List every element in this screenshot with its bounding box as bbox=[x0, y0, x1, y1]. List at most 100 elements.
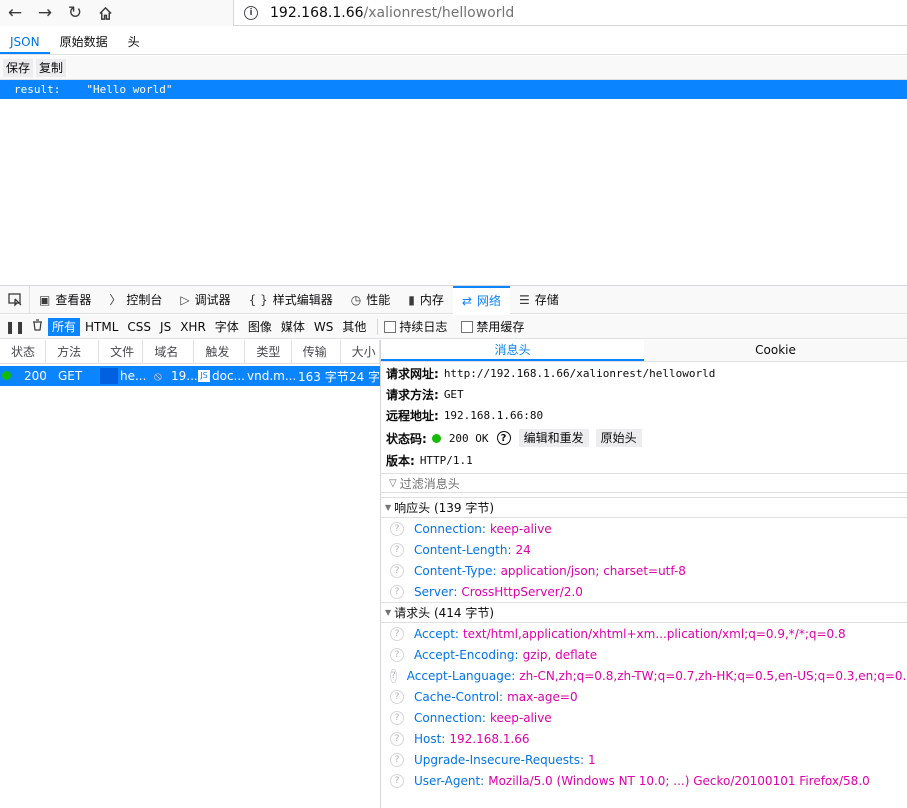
header-name: Cache-Control bbox=[414, 689, 500, 704]
request-headers-list: ? Accept: text/html,application/xhtml+xm..… bbox=[381, 623, 907, 791]
json-row[interactable]: result: "Hello world" bbox=[0, 80, 907, 99]
header-value: max-age=0 bbox=[507, 689, 578, 704]
devtools-tabs: ▣ 查看器 〉 控制台 ▷ 调试器 { } 样式编辑器 ◷ 性能 ▮ 内存 ⇄ 网络 ☰ 存储 bbox=[0, 285, 907, 314]
help-icon[interactable]: ? bbox=[390, 668, 397, 683]
tab-json[interactable]: JSON bbox=[0, 30, 50, 54]
summary-value: 200 OK bbox=[448, 431, 489, 445]
column-domain[interactable]: 域名 bbox=[143, 340, 195, 363]
copy-button[interactable]: 复制 bbox=[36, 58, 67, 77]
header-row[interactable]: ? Host:192.168.1.66 bbox=[381, 728, 907, 749]
raw-headers-button[interactable]: 原始头 bbox=[595, 429, 642, 447]
tab-storage[interactable]: ☰ 存储 bbox=[510, 286, 568, 314]
help-icon[interactable]: ? bbox=[390, 521, 404, 536]
header-row[interactable]: ? Connection: keep-alive bbox=[381, 518, 907, 539]
header-name: Host bbox=[414, 731, 442, 746]
tab-cookie[interactable]: Cookie bbox=[644, 340, 907, 361]
help-icon[interactable]: ? bbox=[390, 647, 404, 662]
header-value: 24 bbox=[515, 542, 531, 557]
edit-resend-button[interactable]: 编辑和重发 bbox=[518, 429, 589, 447]
forward-icon[interactable]: → bbox=[30, 0, 60, 26]
header-row[interactable]: ? Connection: keep-alive bbox=[381, 707, 907, 728]
table-row[interactable]: 200 GET he... ⦸ 19... JS doc... vnd.m...… bbox=[0, 366, 380, 386]
column-type[interactable]: 类型 bbox=[245, 340, 292, 363]
help-icon[interactable]: ? bbox=[390, 626, 404, 641]
tab-headers[interactable]: 头 bbox=[118, 30, 150, 54]
request-headers-section[interactable]: ▼ 请求头 (414 字节) bbox=[381, 602, 907, 623]
pause-icon[interactable]: ❚❚ bbox=[4, 320, 26, 334]
persist-logs-checkbox[interactable]: 持续日志 bbox=[384, 318, 447, 335]
request-cause: doc... bbox=[212, 369, 245, 383]
header-row[interactable]: ? Server: CrossHttpServer/2.0 bbox=[381, 581, 907, 602]
filter-all[interactable]: 所有 bbox=[48, 317, 81, 336]
help-icon[interactable]: ? bbox=[390, 710, 404, 725]
tab-network[interactable]: ⇄ 网络 bbox=[452, 285, 510, 314]
site-info-icon[interactable]: i bbox=[244, 5, 258, 20]
tab-console[interactable]: 〉 控制台 bbox=[100, 286, 171, 314]
help-icon[interactable]: ? bbox=[390, 584, 404, 599]
details-tabs: 消息头 Cookie bbox=[381, 340, 907, 362]
filter-other[interactable]: 其他 bbox=[338, 318, 370, 336]
back-icon[interactable]: ← bbox=[0, 0, 30, 26]
summary-value: GET bbox=[443, 388, 464, 401]
header-row[interactable]: ? Cache-Control: max-age=0 bbox=[381, 686, 907, 707]
response-headers-section[interactable]: ▼ 响应头 (139 字节) bbox=[381, 497, 907, 518]
reload-icon[interactable]: ↻ bbox=[60, 0, 90, 26]
column-cause[interactable]: 触发 bbox=[194, 340, 246, 363]
requests-table-header: 状态 方法 文件 域名 触发 类型 传输 大小 bbox=[0, 340, 380, 364]
filter-images[interactable]: 图像 bbox=[244, 318, 276, 336]
filter-fonts[interactable]: 字体 bbox=[211, 318, 243, 336]
help-icon[interactable]: ? bbox=[496, 431, 511, 445]
element-picker-icon[interactable] bbox=[0, 285, 30, 314]
header-row[interactable]: ? Content-Length:24 bbox=[381, 539, 907, 560]
tab-memory[interactable]: ▮ 内存 bbox=[399, 286, 453, 314]
column-transferred[interactable]: 传输 bbox=[292, 340, 341, 363]
header-row[interactable]: ? Upgrade-Insecure-Requests:1 bbox=[381, 749, 907, 770]
persist-logs-label: 持续日志 bbox=[399, 320, 448, 334]
help-icon[interactable]: ? bbox=[390, 689, 404, 704]
save-button[interactable]: 保存 bbox=[3, 58, 34, 77]
filter-placeholder: 过滤消息头 bbox=[399, 476, 460, 491]
summary-label: 状态码: bbox=[386, 431, 427, 446]
help-icon[interactable]: ? bbox=[390, 542, 404, 557]
help-icon[interactable]: ? bbox=[390, 752, 404, 767]
tab-debugger[interactable]: ▷ 调试器 bbox=[171, 286, 239, 314]
tab-performance[interactable]: ◷ 性能 bbox=[342, 286, 400, 314]
home-icon[interactable] bbox=[90, 0, 120, 26]
filter-ws[interactable]: WS bbox=[310, 318, 337, 336]
tab-inspector[interactable]: ▣ 查看器 bbox=[30, 286, 100, 314]
column-size[interactable]: 大小 bbox=[341, 340, 380, 363]
js-icon: JS bbox=[198, 370, 210, 382]
filter-headers-input[interactable]: ▽ 过滤消息头 bbox=[381, 473, 907, 493]
column-file[interactable]: 文件 bbox=[99, 340, 144, 363]
console-icon: 〉 bbox=[109, 293, 122, 307]
divider bbox=[377, 318, 379, 335]
header-row[interactable]: ? User-Agent: Mozilla/5.0 (Windows NT 10.0… bbox=[381, 770, 907, 791]
column-method[interactable]: 方法 bbox=[46, 340, 100, 363]
trash-icon[interactable] bbox=[26, 319, 48, 334]
status-dot bbox=[0, 369, 24, 383]
tab-raw-data[interactable]: 原始数据 bbox=[50, 30, 118, 54]
header-row[interactable]: ? Content-Type: application/json; charset=… bbox=[381, 560, 907, 581]
filter-html[interactable]: HTML bbox=[81, 318, 122, 336]
disable-cache-checkbox[interactable]: 禁用缓存 bbox=[461, 318, 524, 335]
header-value: keep-alive bbox=[489, 710, 552, 725]
help-icon[interactable]: ? bbox=[390, 563, 404, 578]
header-value: zh-CN,zh;q=0.8,zh-TW;q=0.7,zh-HK;q=0.5,e… bbox=[519, 668, 907, 683]
filter-media[interactable]: 媒体 bbox=[277, 318, 309, 336]
help-icon[interactable]: ? bbox=[390, 731, 404, 746]
filter-js[interactable]: JS bbox=[156, 318, 175, 336]
tab-style-editor[interactable]: { } 样式编辑器 bbox=[240, 286, 342, 314]
help-icon[interactable]: ? bbox=[390, 773, 404, 788]
url-bar[interactable]: i 192.168.1.66/xalionrest/helloworld bbox=[233, 0, 907, 26]
header-row[interactable]: ? Accept-Language: zh-CN,zh;q=0.8,zh-TW;q=… bbox=[381, 665, 907, 686]
header-row[interactable]: ? Accept-Encoding: gzip, deflate bbox=[381, 644, 907, 665]
tab-headers-detail[interactable]: 消息头 bbox=[381, 340, 644, 361]
header-row[interactable]: ? Accept: text/html,application/xhtml+xm..… bbox=[381, 623, 907, 644]
filter-css[interactable]: CSS bbox=[123, 318, 155, 336]
filter-xhr[interactable]: XHR bbox=[176, 318, 210, 336]
column-status[interactable]: 状态 bbox=[0, 340, 47, 363]
request-domain: 19... bbox=[171, 369, 198, 383]
json-viewer-tabs: JSON 原始数据 头 bbox=[0, 30, 907, 55]
header-value: 192.168.1.66 bbox=[449, 731, 530, 746]
header-value: application/json; charset=utf-8 bbox=[500, 563, 686, 578]
